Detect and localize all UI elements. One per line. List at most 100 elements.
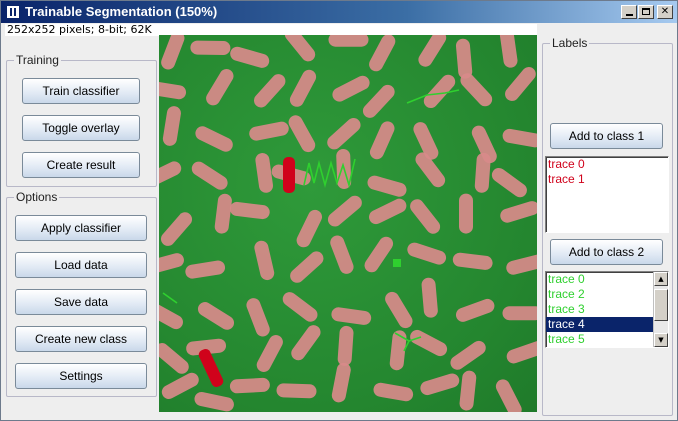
rice-grains-overlay bbox=[159, 35, 537, 412]
rice-grain bbox=[364, 236, 394, 273]
maximize-button[interactable] bbox=[638, 5, 654, 19]
imagej-app-icon bbox=[6, 5, 20, 19]
rice-grain bbox=[421, 277, 438, 318]
rice-grain bbox=[284, 35, 316, 62]
load-data-button[interactable]: Load data bbox=[15, 252, 147, 278]
add-to-class-2-button[interactable]: Add to class 2 bbox=[550, 239, 663, 265]
rice-grain bbox=[254, 74, 286, 108]
minimize-icon bbox=[625, 14, 633, 16]
rice-grain bbox=[502, 128, 537, 148]
class-2-trace-list[interactable]: trace 0 trace 2 trace 3 trace 4 trace 5 ▲ ▼ bbox=[545, 271, 669, 348]
rice-grain bbox=[191, 161, 228, 190]
rice-grain bbox=[327, 195, 362, 227]
rice-grain bbox=[500, 201, 537, 223]
class-2-trace-mark bbox=[393, 259, 401, 267]
rice-grain bbox=[159, 161, 182, 187]
scroll-down-arrow-icon[interactable]: ▼ bbox=[654, 333, 668, 347]
rice-grain bbox=[502, 306, 537, 321]
class-2-trace-item[interactable]: trace 5 bbox=[546, 332, 653, 347]
class-1-trace-item[interactable]: trace 1 bbox=[546, 172, 668, 187]
class-2-scrollbar[interactable]: ▲ ▼ bbox=[653, 272, 668, 347]
trainable-segmentation-window: Trainable Segmentation (150%) ✕ 252x252 … bbox=[0, 0, 678, 421]
rice-grain bbox=[410, 329, 448, 357]
rice-grain bbox=[452, 252, 493, 270]
rice-grain bbox=[455, 298, 495, 322]
class-2-trace-item[interactable]: trace 0 bbox=[546, 272, 653, 287]
rice-grain bbox=[337, 325, 354, 366]
trace-0-class-1 bbox=[283, 157, 295, 193]
rice-grain bbox=[249, 121, 289, 141]
rice-grain bbox=[185, 260, 226, 279]
create-new-class-button[interactable]: Create new class bbox=[15, 326, 147, 352]
scroll-up-arrow-icon[interactable]: ▲ bbox=[654, 272, 668, 286]
rice-grain bbox=[194, 391, 234, 412]
class-2-trace-item[interactable]: trace 3 bbox=[546, 302, 653, 317]
train-classifier-button[interactable]: Train classifier bbox=[22, 78, 140, 104]
rice-grain bbox=[288, 115, 316, 153]
minimize-button[interactable] bbox=[621, 5, 637, 19]
rice-grain bbox=[162, 106, 181, 146]
rice-grain bbox=[159, 302, 183, 330]
rice-grain bbox=[505, 67, 536, 101]
window-title: Trainable Segmentation (150%) bbox=[25, 4, 218, 19]
rice-grain bbox=[420, 373, 460, 396]
rice-grain bbox=[330, 235, 354, 274]
rice-grain bbox=[296, 209, 322, 248]
rice-grain bbox=[495, 379, 522, 412]
rice-grain bbox=[455, 38, 473, 79]
class-1-trace-item[interactable]: trace 0 bbox=[546, 157, 668, 172]
rice-grain bbox=[385, 291, 413, 329]
rice-grain bbox=[255, 153, 274, 193]
rice-grain bbox=[282, 292, 318, 322]
rice-grain bbox=[332, 75, 370, 102]
rice-grain bbox=[369, 35, 396, 72]
maximize-icon bbox=[642, 8, 650, 15]
class-1-trace-list[interactable]: trace 0 trace 1 bbox=[545, 156, 669, 233]
rice-grain bbox=[328, 35, 369, 47]
rice-grain bbox=[159, 343, 189, 374]
close-icon: ✕ bbox=[660, 6, 670, 17]
rice-grain bbox=[206, 69, 234, 106]
rice-grain bbox=[506, 340, 537, 364]
rice-grain bbox=[418, 35, 447, 67]
rice-grain bbox=[327, 118, 361, 150]
rice-grain bbox=[499, 35, 518, 68]
create-result-button[interactable]: Create result bbox=[22, 152, 140, 178]
scroll-thumb[interactable] bbox=[654, 289, 668, 321]
add-to-class-1-button[interactable]: Add to class 1 bbox=[550, 123, 663, 149]
rice-grain bbox=[190, 40, 231, 56]
rice-grain bbox=[407, 242, 447, 265]
title-bar[interactable]: Trainable Segmentation (150%) ✕ bbox=[1, 1, 677, 23]
segmentation-image-canvas[interactable] bbox=[159, 35, 537, 412]
rice-grain bbox=[460, 73, 493, 107]
rice-grain bbox=[254, 240, 275, 281]
rice-grain bbox=[229, 201, 270, 220]
rice-grain bbox=[246, 298, 270, 337]
rice-grain bbox=[291, 325, 321, 361]
rice-grain bbox=[197, 302, 235, 330]
rice-grain bbox=[450, 340, 486, 370]
rice-grain bbox=[367, 175, 407, 197]
class-2-items: trace 0 trace 2 trace 3 trace 4 trace 5 bbox=[546, 272, 653, 347]
rice-grain bbox=[506, 254, 537, 275]
rice-grain bbox=[459, 193, 473, 234]
rice-grain bbox=[214, 193, 232, 234]
rice-grain bbox=[289, 69, 317, 107]
toggle-overlay-button[interactable]: Toggle overlay bbox=[22, 115, 140, 141]
rice-grain bbox=[331, 362, 351, 403]
rice-grain bbox=[160, 212, 193, 246]
rice-grain bbox=[369, 198, 407, 225]
class-1-items: trace 0 trace 1 bbox=[546, 157, 668, 187]
save-data-button[interactable]: Save data bbox=[15, 289, 147, 315]
rice-grain bbox=[373, 382, 414, 402]
class-2-trace-item[interactable]: trace 2 bbox=[546, 287, 653, 302]
close-button[interactable]: ✕ bbox=[657, 5, 673, 19]
rice-grain bbox=[159, 81, 187, 100]
settings-button[interactable]: Settings bbox=[15, 363, 147, 389]
class-2-trace-item[interactable]: trace 4 bbox=[546, 317, 653, 332]
class-2-trace-stroke bbox=[162, 292, 178, 304]
rice-grain bbox=[229, 377, 270, 394]
rice-grain bbox=[474, 152, 491, 193]
apply-classifier-button[interactable]: Apply classifier bbox=[15, 215, 147, 241]
rice-grain bbox=[491, 167, 527, 198]
